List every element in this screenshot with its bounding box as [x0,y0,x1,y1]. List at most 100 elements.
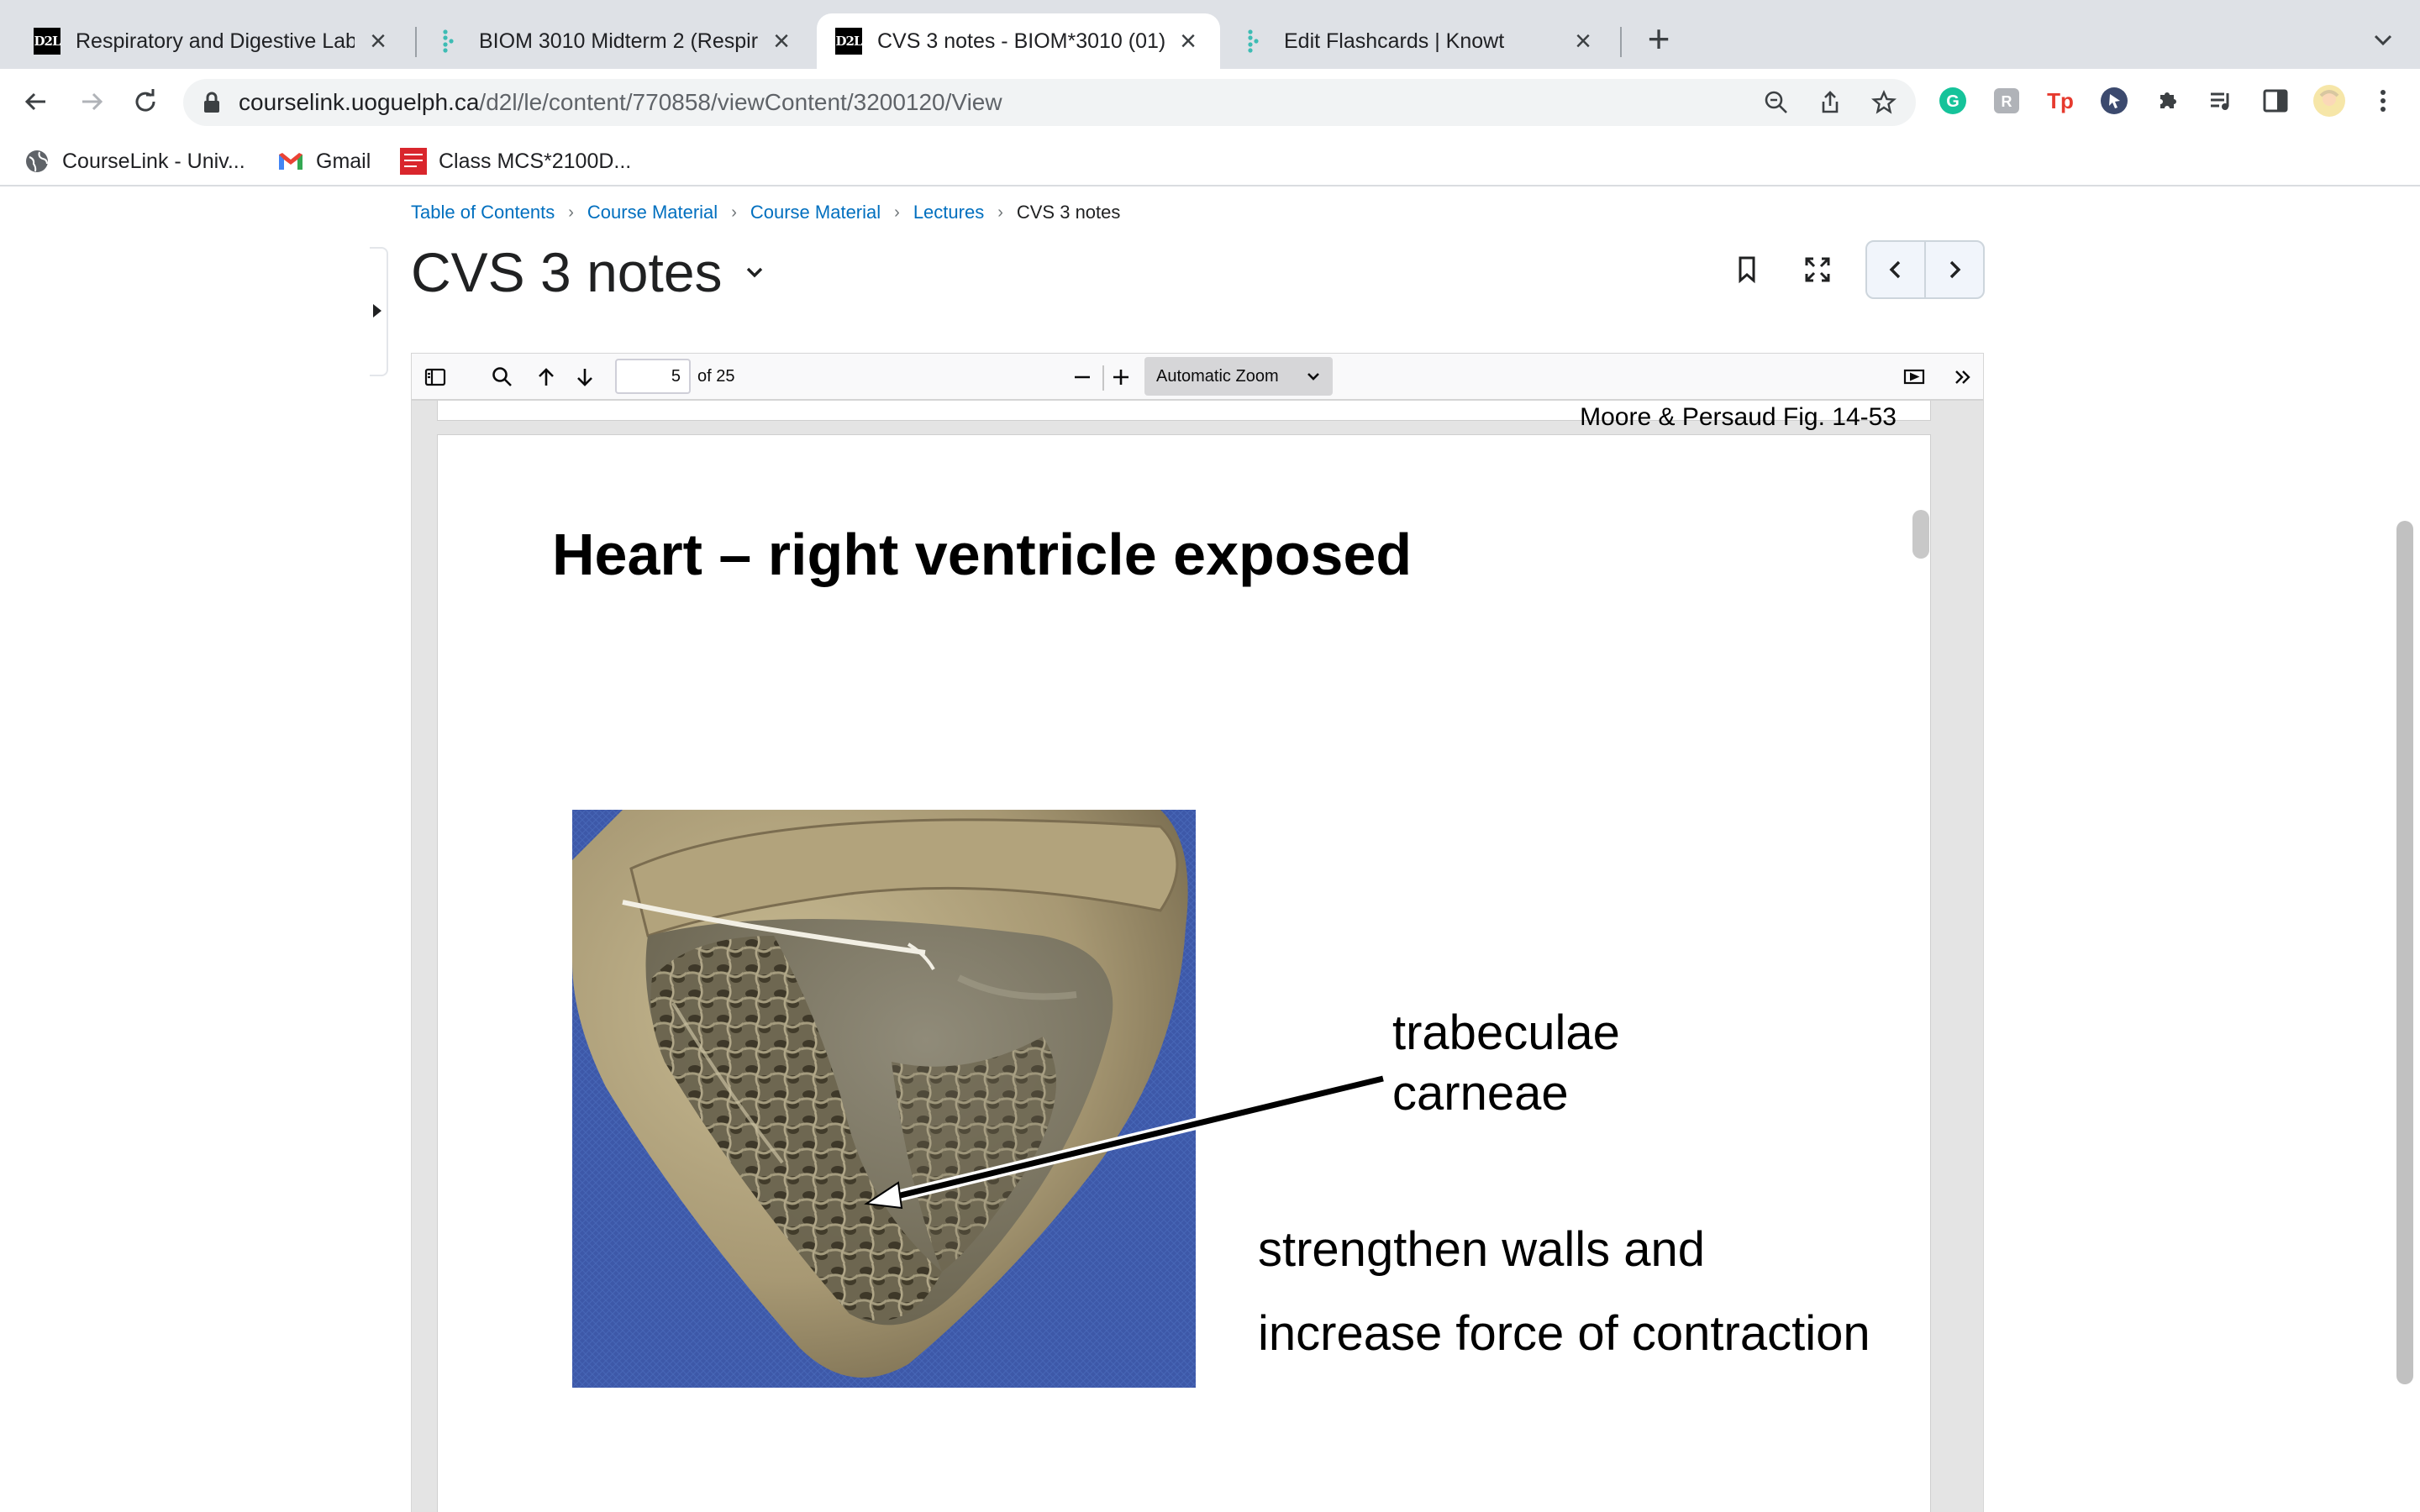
arrow-left-icon [24,92,45,111]
search-icon[interactable] [489,364,516,391]
zoom-select-value: Automatic Zoom [1156,367,1279,386]
close-icon[interactable]: × [768,27,795,55]
page-number-input[interactable]: 5 [615,359,691,394]
bookmark-icon [1739,256,1755,284]
pdf-scrollbar-thumb[interactable] [1912,510,1929,559]
bookmark-label: CourseLink - Univ... [62,149,245,173]
bookmark-gmail[interactable]: Gmail [277,144,371,178]
zoom-in-icon[interactable] [1107,364,1134,391]
note-line-1: strengthen walls and [1258,1222,1705,1277]
tab-edit-flashcards[interactable]: Edit Flashcards | Knowt × [1223,13,1615,69]
breadcrumb-current: CVS 3 notes [1016,202,1121,223]
extension-gray-icon[interactable]: R [1990,84,2023,118]
figure-caption: Moore & Persaud Fig. 14-53 [1580,403,1897,431]
close-icon[interactable]: × [1570,27,1597,55]
pdf-document[interactable]: Moore & Persaud Fig. 14-53 Heart – right… [412,401,1983,1512]
svg-text:R: R [2002,93,2012,110]
tab-divider [1620,27,1622,57]
share-icon[interactable] [1815,87,1845,118]
sidebar-toggle-icon[interactable] [422,364,449,391]
bookmark-label: Gmail [316,149,371,173]
chevron-right-icon [1949,260,1961,279]
tab-strip: D2L Respiratory and Digestive Lab × BIOM… [0,0,2420,69]
page-content: Table of Contents › Course Material › Co… [0,186,2420,1512]
sidebar-toggle[interactable] [370,247,388,376]
pdf-page: Heart – right ventricle exposed trabecul… [437,434,1931,1512]
globe-icon [24,148,50,175]
side-panel-icon[interactable] [2259,84,2292,118]
forward-button[interactable] [71,81,113,123]
bookmark-button[interactable] [1726,249,1768,291]
gmail-icon [277,148,304,175]
previous-topic-button[interactable] [1867,242,1926,297]
bookmarks-bar: CourseLink - Univ... Gmail Class MCS*210… [0,134,2420,186]
page-title[interactable]: CVS 3 notes [411,240,766,304]
tab-divider [415,27,417,57]
close-icon[interactable]: × [365,27,392,55]
chevron-right-icon: › [568,202,574,222]
zoom-out-icon[interactable] [1069,364,1096,391]
tab-respiratory-lab[interactable]: D2L Respiratory and Digestive Lab × [15,13,410,69]
chevron-down-icon [2374,34,2392,46]
label-carneae: carneae [1392,1066,1569,1121]
star-icon[interactable] [1869,87,1899,118]
zoom-select[interactable]: Automatic Zoom [1144,357,1333,396]
previous-pdf-page: Moore & Persaud Fig. 14-53 [437,401,1931,431]
reload-icon [135,89,155,112]
chevron-right-icon: › [731,202,737,222]
bookmark-label: Class MCS*2100D... [439,149,632,173]
menu-kebab-icon[interactable] [2366,84,2400,118]
profile-avatar-icon[interactable] [2312,84,2346,118]
address-bar[interactable]: courselink.uoguelph.ca/d2l/le/content/77… [183,79,1916,126]
arrow-right-icon [82,92,103,111]
breadcrumb-course-material[interactable]: Course Material [587,202,718,223]
heart-photo [572,810,1196,1388]
arrow-down-icon[interactable] [571,364,598,391]
lock-icon [204,92,219,113]
tab-cvs-notes[interactable]: D2L CVS 3 notes - BIOM*3010 (01) × [817,13,1220,69]
svg-text:Tp: Tp [2047,88,2074,113]
knowt-icon [437,28,464,55]
url-path: /d2l/le/content/770858/viewContent/32001… [479,89,1002,115]
chevron-right-icon: › [997,202,1003,222]
bookmark-courselink[interactable]: CourseLink - Univ... [24,144,245,178]
breadcrumb-course-material-sub[interactable]: Course Material [750,202,881,223]
new-tab-button[interactable]: + [1640,19,1677,59]
back-button[interactable] [15,81,57,123]
next-topic-button[interactable] [1926,242,1983,297]
media-control-icon[interactable] [2205,84,2238,118]
breadcrumb-table-of-contents[interactable]: Table of Contents [411,202,555,223]
puzzle-icon[interactable] [2151,84,2185,118]
page-scrollbar-thumb[interactable] [2396,521,2413,1384]
tools-menu-icon[interactable] [1949,364,1976,391]
note-line-2: increase force of contraction [1258,1306,1870,1361]
mcgraw-hill-icon [400,148,427,175]
cursor-extension-icon[interactable] [2097,84,2131,118]
reload-button[interactable] [124,81,166,123]
fullscreen-button[interactable] [1797,249,1839,291]
expand-icon [1805,257,1830,282]
tab-title: BIOM 3010 Midterm 2 (Respira [479,29,758,53]
url-domain: courselink.uoguelph.ca [239,89,480,115]
arrow-up-icon[interactable] [533,364,560,391]
page-count: of 25 [697,367,735,386]
breadcrumb: Table of Contents › Course Material › Co… [411,202,1120,223]
topic-pager [1865,240,1985,299]
bookmark-class-mcs[interactable]: Class MCS*2100D... [400,144,631,178]
slide-title: Heart – right ventricle exposed [552,522,1413,587]
breadcrumb-lectures[interactable]: Lectures [913,202,984,223]
pdf-viewer: 5 of 25 Automatic Zoom Moore & Persaud F… [411,353,1984,1512]
tab-title: Respiratory and Digestive Lab [76,29,355,53]
close-icon[interactable]: × [1175,27,1202,55]
url-text: courselink.uoguelph.ca/d2l/le/content/77… [239,89,1002,116]
svg-text:G: G [1946,92,1960,111]
grammarly-icon[interactable]: G [1936,84,1970,118]
pdf-toolbar: 5 of 25 Automatic Zoom [412,354,1983,401]
zoom-icon[interactable] [1761,87,1791,118]
tab-biom-midterm[interactable]: BIOM 3010 Midterm 2 (Respira × [418,13,813,69]
chevron-left-icon [1889,260,1901,279]
chevron-down-icon [746,267,762,278]
tab-search-button[interactable] [2368,25,2398,55]
tp-extension-icon[interactable]: Tp [2044,84,2077,118]
presentation-mode-icon[interactable] [1901,364,1928,391]
